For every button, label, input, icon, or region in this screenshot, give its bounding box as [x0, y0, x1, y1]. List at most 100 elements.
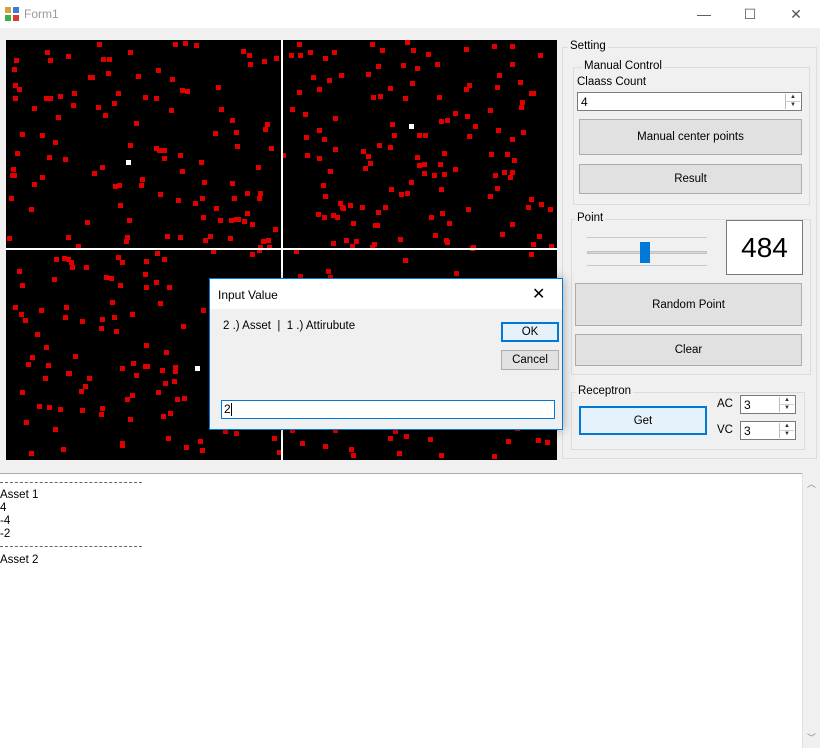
data-point: [492, 44, 497, 49]
data-point: [435, 62, 440, 67]
data-point: [409, 180, 414, 185]
scroll-down-icon[interactable]: ﹀: [807, 731, 816, 744]
data-point: [46, 363, 51, 368]
data-point: [45, 50, 50, 55]
data-point: [130, 393, 135, 398]
data-point: [297, 90, 302, 95]
spin-up-icon[interactable]: ▲: [780, 397, 794, 405]
close-button[interactable]: ✕: [773, 0, 819, 28]
data-point: [158, 301, 163, 306]
clear-button[interactable]: Clear: [575, 334, 802, 366]
point-slider[interactable]: [585, 235, 710, 271]
data-point: [258, 191, 263, 196]
data-point: [327, 78, 332, 83]
data-point: [66, 54, 71, 59]
data-point: [12, 67, 17, 72]
data-point: [377, 143, 382, 148]
dialog-prompt: 2 .) Asset | 1 .) Attirubute: [223, 320, 356, 332]
data-point: [366, 72, 371, 77]
data-point: [234, 431, 239, 436]
data-point: [403, 96, 408, 101]
ac-spin[interactable]: ▲ ▼: [779, 397, 794, 412]
spin-up-icon[interactable]: ▲: [786, 94, 800, 102]
class-count-label: Claass Count: [577, 76, 647, 88]
data-point: [156, 68, 161, 73]
class-count-stepper[interactable]: 4 ▲ ▼: [577, 92, 802, 111]
data-point: [376, 210, 381, 215]
data-point: [29, 451, 34, 456]
data-point: [128, 417, 133, 422]
data-point: [140, 177, 145, 182]
manual-center-points-button[interactable]: Manual center points: [579, 119, 802, 155]
data-point: [473, 124, 478, 129]
data-point: [100, 165, 105, 170]
input-dialog[interactable]: Input Value ✕ 2 .) Asset | 1 .) Attirubu…: [209, 278, 563, 430]
data-point: [54, 257, 59, 262]
data-point: [17, 87, 22, 92]
data-point: [144, 285, 149, 290]
data-point: [112, 315, 117, 320]
maximize-button[interactable]: ☐: [727, 0, 773, 28]
vc-value: 3: [744, 424, 751, 438]
data-point: [311, 75, 316, 80]
data-point: [208, 234, 213, 239]
data-point: [308, 50, 313, 55]
center-point: [126, 160, 131, 165]
vc-spin[interactable]: ▲ ▼: [779, 423, 794, 438]
data-point: [199, 160, 204, 165]
data-point: [344, 238, 349, 243]
data-point: [80, 408, 85, 413]
dialog-title-bar[interactable]: Input Value ✕: [210, 279, 562, 309]
result-button[interactable]: Result: [579, 164, 802, 194]
data-point: [368, 161, 373, 166]
output-scrollbar[interactable]: ︿ ﹀: [802, 473, 820, 748]
dialog-ok-button[interactable]: OK: [501, 322, 559, 342]
class-count-spin[interactable]: ▲ ▼: [785, 94, 800, 109]
data-point: [496, 128, 501, 133]
dialog-input-field[interactable]: 2: [221, 400, 555, 419]
title-bar[interactable]: Form1 — ☐ ✕: [0, 0, 820, 28]
vc-stepper[interactable]: 3 ▲ ▼: [740, 421, 796, 440]
data-point: [536, 438, 541, 443]
scroll-up-icon[interactable]: ︿: [807, 477, 816, 490]
output-line: -4: [0, 515, 11, 527]
data-point: [112, 101, 117, 106]
get-button[interactable]: Get: [579, 406, 707, 435]
data-point: [48, 58, 53, 63]
data-point: [537, 234, 542, 239]
data-point: [290, 107, 295, 112]
data-point: [397, 451, 402, 456]
dialog-close-icon[interactable]: ✕: [532, 284, 545, 304]
data-point: [194, 43, 199, 48]
data-point: [351, 453, 356, 458]
spin-up-icon[interactable]: ▲: [780, 423, 794, 431]
dialog-cancel-button[interactable]: Cancel: [501, 350, 559, 370]
data-point: [15, 151, 20, 156]
spin-down-icon[interactable]: ▼: [780, 431, 794, 439]
output-textbox[interactable]: Asset 1 4 -4 -2 Asset 2: [0, 473, 802, 748]
spin-down-icon[interactable]: ▼: [780, 405, 794, 413]
ac-stepper[interactable]: 3 ▲ ▼: [740, 395, 796, 414]
minimize-button[interactable]: —: [681, 0, 727, 28]
data-point: [125, 397, 130, 402]
data-point: [321, 183, 326, 188]
data-point: [376, 64, 381, 69]
data-point: [219, 107, 224, 112]
spin-down-icon[interactable]: ▼: [786, 102, 800, 110]
data-point: [389, 187, 394, 192]
data-point: [178, 235, 183, 240]
data-point: [120, 443, 125, 448]
data-point: [116, 255, 121, 260]
random-point-button[interactable]: Random Point: [575, 283, 802, 326]
data-point: [245, 191, 250, 196]
data-point: [134, 373, 139, 378]
data-point: [85, 220, 90, 225]
data-point: [56, 115, 61, 120]
slider-thumb[interactable]: [640, 242, 650, 263]
data-point: [529, 252, 534, 257]
data-point: [52, 277, 57, 282]
point-count-display: 484: [726, 220, 803, 275]
data-point: [127, 218, 132, 223]
data-point: [213, 131, 218, 136]
data-point: [158, 192, 163, 197]
